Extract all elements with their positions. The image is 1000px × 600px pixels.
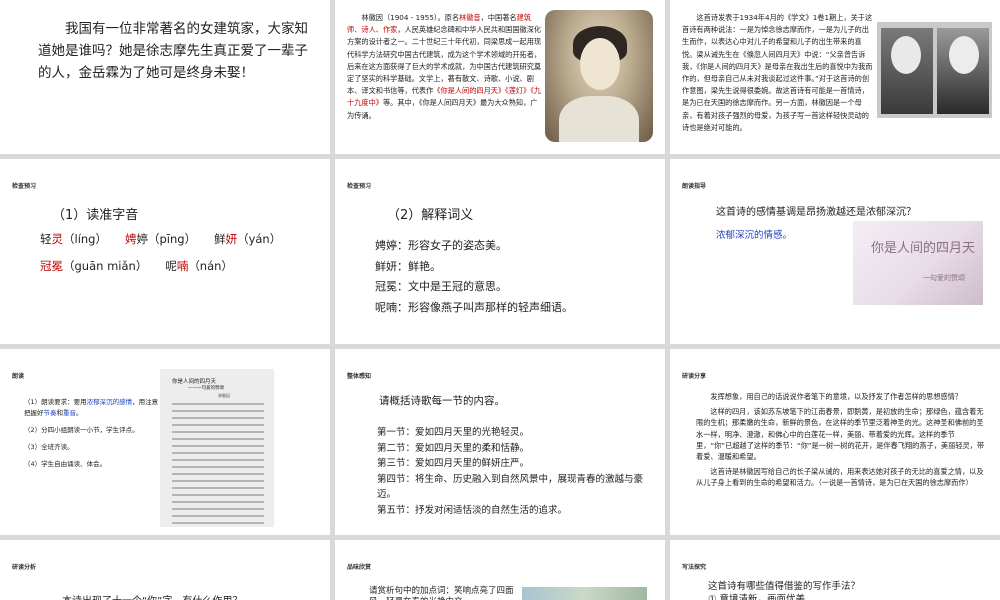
list-item: 鲜妍：鲜艳。 xyxy=(375,259,441,273)
word: 轻 xyxy=(40,232,52,246)
word: 鲜 xyxy=(214,232,226,246)
cover-subtitle: 一句爱的赞颂 xyxy=(923,274,965,282)
pronunciation-line: 轻灵（líng） 娉婷（pīng） 鲜妍（yán） xyxy=(40,231,281,247)
portrait-photo xyxy=(545,10,653,142)
answer-text: 浓郁深沉的情感。 xyxy=(716,230,793,241)
slide-reading[interactable]: 朗读 （1）朗读要求：要用浓郁深沉的感情，用注意把握好节奏和重音。 （2）分四小… xyxy=(0,349,330,535)
bio-part: 林徽因（1904 - 1955）。原名 xyxy=(361,13,460,22)
slide-title: 请概括诗歌每一节的内容。 xyxy=(379,395,505,407)
list-item: （3）全班齐读。 xyxy=(24,443,74,451)
question-text: 这首诗有哪些值得借鉴的写作手法？ xyxy=(708,581,861,592)
list-item: （1）朗读要求：要用浓郁深沉的感情，用注意把握好节奏和重音。 xyxy=(24,397,164,419)
slide-grid: 我国有一位非常著名的女建筑家，大家知道她是谁吗？她是徐志摩先生真正爱了一辈子的人… xyxy=(0,0,1000,600)
list-item: 娉婷：形容女子的姿态美。 xyxy=(375,239,507,252)
list-item: 第一节：爱如四月天里的光艳轻灵。 xyxy=(377,427,530,438)
slide-appreciation[interactable]: 品味欣赏 请赏析句中的加点词：笑响点亮了四面风，轻灵在春的光艳中交 xyxy=(335,540,665,600)
bio-text: 林徽因（1904 - 1955）。原名林徽音，中国著名建筑师、诗人、作家，人民英… xyxy=(347,12,542,122)
slide-title: （2）解释词义 xyxy=(387,208,474,223)
list-item: （4）学生自由诵读、体会。 xyxy=(24,460,107,468)
list-item: 冠冕：文中是王冠的意思。 xyxy=(375,280,507,293)
slide-intro[interactable]: 我国有一位非常著名的女建筑家，大家知道她是谁吗？她是徐志摩先生真正爱了一辈子的人… xyxy=(0,0,330,154)
slide-sharing[interactable]: 研读分享 发挥想象，用自己的话说说作者笔下的意境，以及抒发了作者怎样的思想感情？… xyxy=(670,349,1000,535)
list-item: 呢喃：形容像燕子叫声那样的轻声细语。 xyxy=(375,300,573,314)
bio-part: ，中国著名 xyxy=(480,13,517,22)
word-highlight: 冠冕 xyxy=(40,259,63,273)
poem-subtitle: ——一句爱的赞颂 xyxy=(188,386,224,391)
portrait-face xyxy=(580,38,620,90)
paragraph: 这样的四月，该如苏东坡笔下的江南春景，即鹅黄，是初放的生命；那绿色，蕴含着无限的… xyxy=(696,407,985,462)
pinyin: （yán） xyxy=(237,232,282,246)
pinyin: （nán） xyxy=(188,259,233,273)
slide-label: 朗读指导 xyxy=(682,183,707,190)
vocabulary-list: 娉婷：形容女子的姿态美。 鲜妍：鲜艳。 冠冕：文中是王冠的意思。 呢喃：形容像燕… xyxy=(375,236,573,318)
text-highlight: 浓郁深沉的感情 xyxy=(86,398,133,406)
text-part: （1）朗读要求：要用 xyxy=(24,398,87,406)
slide-reading-guide[interactable]: 朗读指导 这首诗的感情基调是昂扬激越还是浓郁深沉？ 浓郁深沉的情感。 你是人间的… xyxy=(670,159,1000,344)
slide-label: 朗读 xyxy=(12,373,25,380)
slide-vocabulary[interactable]: 检查预习 （2）解释词义 娉婷：形容女子的姿态美。 鲜妍：鲜艳。 冠冕：文中是王… xyxy=(335,159,665,344)
slide-bio[interactable]: 林徽因（1904 - 1955）。原名林徽音，中国著名建筑师、诗人、作家，人民英… xyxy=(335,0,665,154)
bio-part: ，人民英雄纪念碑和中华人民共和国国徽深化方案的设计者之一。二十世纪三十年代初，同… xyxy=(347,25,542,96)
slide-label: 检查预习 xyxy=(12,183,37,190)
reading-list: （1）朗读要求：要用浓郁深沉的感情，用注意把握好节奏和重音。 （2）分四小组朗读… xyxy=(24,397,164,476)
list-item: （2）分四小组朗读一小节，学生评点。 xyxy=(24,426,139,434)
landscape-image xyxy=(522,587,647,600)
background-text: 这首诗发表于1934年4月的《学文》1卷1期上，关于这首诗有两种说法：一是为悼念… xyxy=(682,13,873,132)
slide-label: 写法探究 xyxy=(682,564,707,571)
text-highlight: 重音 xyxy=(63,409,76,417)
sharing-text: 发挥想象，用自己的话说说作者笔下的意境，以及抒发了作者怎样的思想感情？ 这样的四… xyxy=(696,391,986,493)
word-highlight: 灵 xyxy=(51,232,64,246)
slide-pronunciation[interactable]: 检查预习 （1）读准字音 轻灵（líng） 娉婷（pīng） 鲜妍（yán） 冠冕（… xyxy=(0,159,330,344)
paragraph: 发挥想象，用自己的话说说作者笔下的意境，以及抒发了作者怎样的思想感情？ xyxy=(710,392,962,401)
poem-lines xyxy=(172,403,264,529)
bio-name: 林徽音 xyxy=(459,13,481,22)
slide-label: 整体感知 xyxy=(347,373,372,380)
pinyin: 婷（pīng） xyxy=(136,232,197,246)
slide-label: 研读分析 xyxy=(12,564,37,571)
list-item: 第四节：将生命、历史融入到自然风景中，展现青春的激越与豪迈。 xyxy=(377,473,644,501)
intro-text: 我国有一位非常著名的女建筑家，大家知道她是谁吗？她是徐志摩先生真正爱了一辈子的人… xyxy=(38,21,308,81)
photo-face-right xyxy=(949,36,979,74)
pronunciation-line: 冠冕（guān miǎn） 呢喃（nán） xyxy=(40,258,233,274)
slide-writing[interactable]: 写法探究 这首诗有哪些值得借鉴的写作手法？ ① 意境清新，画面优美 xyxy=(670,540,1000,600)
list-item: 第三节：爱如四月天里的鲜妍庄严。 xyxy=(377,458,530,469)
poem-cover-image: 你是人间的四月天 一句爱的赞颂 xyxy=(853,221,983,305)
couple-photo xyxy=(877,22,992,118)
photo-face-left xyxy=(891,36,921,74)
text-part: 。 xyxy=(76,409,83,417)
portrait-body xyxy=(559,96,639,142)
answer-text: ① 意境清新，画面优美 xyxy=(708,594,806,600)
poem-author: 林徽因 xyxy=(218,393,230,398)
text-highlight: 节奏 xyxy=(43,409,57,417)
list-item: 第五节：抒发对闲适恬淡的自然生活的追求。 xyxy=(377,504,568,516)
slide-title: （1）读准字音 xyxy=(52,208,139,223)
word-highlight: 喃 xyxy=(176,259,189,273)
list-item: 第二节：爱如四月天里的柔和恬静。 xyxy=(377,442,530,454)
slide-background[interactable]: 这首诗发表于1934年4月的《学文》1卷1期上，关于这首诗有两种说法：一是为悼念… xyxy=(670,0,1000,154)
question-text: 这首诗的感情基调是昂扬激越还是浓郁深沉？ xyxy=(716,207,916,218)
pinyin: （líng） xyxy=(63,232,107,246)
slide-analysis[interactable]: 研读分析 本诗出现了十一个“你”字，有什么作用？ xyxy=(0,540,330,600)
slide-label: 检查预习 xyxy=(347,183,372,190)
word-highlight: 妍 xyxy=(225,232,238,246)
slide-label: 研读分享 xyxy=(682,373,707,380)
slide-label: 品味欣赏 xyxy=(347,564,372,571)
word-highlight: 娉 xyxy=(124,232,137,246)
cover-title: 你是人间的四月天 xyxy=(871,241,976,256)
pinyin: （guān miǎn） xyxy=(63,259,148,273)
poem-title: 你是人间的四月天 xyxy=(172,379,217,385)
paragraph: 这首诗是林徽因写给自己的长子梁从诫的，用来表达她对孩子的无比的喜爱之情，以及从儿… xyxy=(696,467,984,488)
stanza-list: 第一节：爱如四月天里的光艳轻灵。 第二节：爱如四月天里的柔和恬静。 第三节：爱如… xyxy=(377,425,657,518)
question-text: 本诗出现了十一个“你”字，有什么作用？ xyxy=(62,592,242,600)
slide-overview[interactable]: 整体感知 请概括诗歌每一节的内容。 第一节：爱如四月天里的光艳轻灵。 第二节：爱… xyxy=(335,349,665,535)
question-text: 请赏析句中的加点词：笑响点亮了四面风，轻灵在春的光艳中交 xyxy=(369,586,514,600)
word: 呢 xyxy=(165,259,177,273)
poem-thumbnail: 你是人间的四月天 ——一句爱的赞颂 林徽因 xyxy=(160,369,274,527)
